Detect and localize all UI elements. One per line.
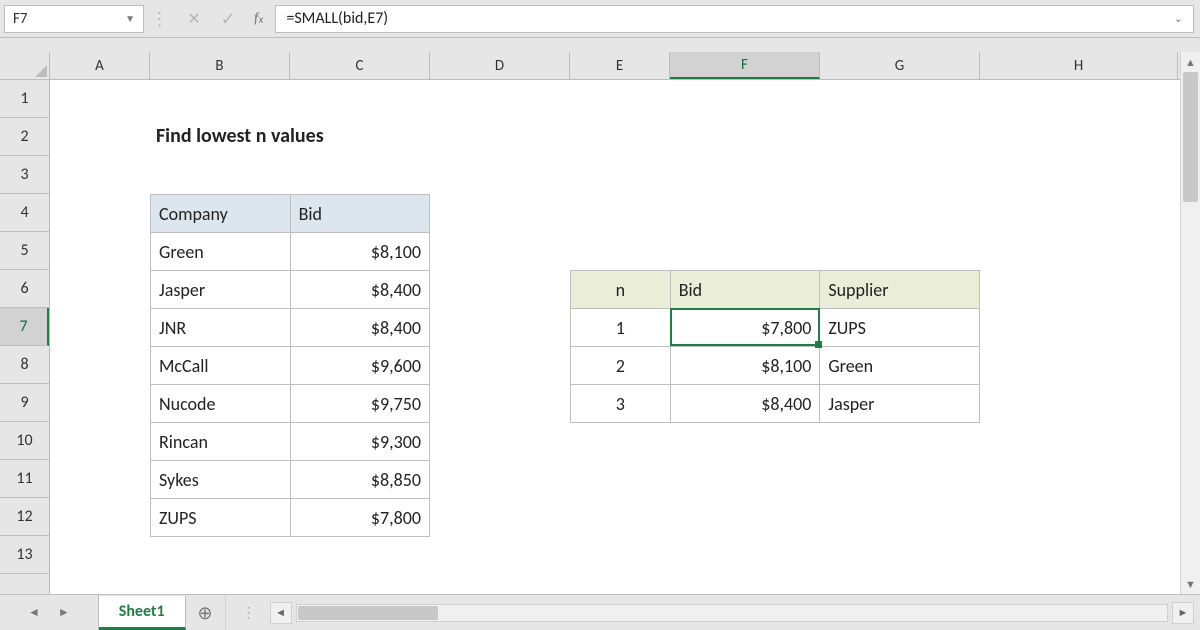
sheet-tab-active[interactable]: Sheet1 xyxy=(99,596,186,630)
add-sheet-button[interactable]: ⊕ xyxy=(186,595,226,630)
ellipsis-icon: ⋮ xyxy=(150,9,170,29)
table-row: McCall$9,600 xyxy=(151,347,430,385)
col-header-D[interactable]: D xyxy=(430,52,570,79)
formula-text: =SMALL(bid,E7) xyxy=(286,9,388,28)
select-all-corner[interactable] xyxy=(0,52,50,80)
col-header-H[interactable]: H xyxy=(980,52,1178,79)
row-header-8[interactable]: 8 xyxy=(0,346,49,384)
sheet-tabs: Sheet1 xyxy=(98,595,186,630)
scroll-up-icon[interactable]: ▲ xyxy=(1181,52,1200,72)
sheet-tab-bar: ◄ ► Sheet1 ⊕ ⋮ ◄ ► xyxy=(0,594,1200,630)
row-headers: 1 2 3 4 5 6 7 8 9 10 11 12 13 xyxy=(0,80,50,594)
hscroll-track[interactable] xyxy=(296,604,1168,622)
row-header-13[interactable]: 13 xyxy=(0,536,49,574)
tab-prev-icon[interactable]: ◄ xyxy=(28,605,40,620)
table-row: Jasper$8,400 xyxy=(151,271,430,309)
tab-nav: ◄ ► xyxy=(0,595,98,630)
row-header-5[interactable]: 5 xyxy=(0,232,49,270)
hscroll-thumb[interactable] xyxy=(298,606,438,620)
col-header-A[interactable]: A xyxy=(50,52,150,79)
col-bid[interactable]: Bid xyxy=(290,195,429,233)
cancel-formula-icon[interactable]: ✕ xyxy=(184,9,204,29)
name-box-value: F7 xyxy=(13,10,28,28)
chevron-down-icon[interactable]: ▼ xyxy=(125,12,135,25)
excel-window: F7 ▼ ⋮ ✕ ✓ fx =SMALL(bid,E7) ⌄ A B C D E… xyxy=(0,0,1200,630)
scroll-track[interactable] xyxy=(1183,72,1198,574)
row-header-3[interactable]: 3 xyxy=(0,156,49,194)
table-row: 1$7,800ZUPS xyxy=(571,309,980,347)
col-n[interactable]: n xyxy=(571,271,671,309)
table-row: Rincan$9,300 xyxy=(151,423,430,461)
accept-formula-icon[interactable]: ✓ xyxy=(218,9,238,29)
row-header-9[interactable]: 9 xyxy=(0,384,49,422)
lowest-n-table: n Bid Supplier 1$7,800ZUPS 2$8,100Green … xyxy=(570,270,980,423)
row-header-11[interactable]: 11 xyxy=(0,460,49,498)
table-row: JNR$8,400 xyxy=(151,309,430,347)
row-header-10[interactable]: 10 xyxy=(0,422,49,460)
hscroll-left-icon[interactable]: ◄ xyxy=(270,602,292,624)
spreadsheet-grid[interactable]: A B C D E F G H 1 2 3 4 5 6 7 8 9 10 11 … xyxy=(0,52,1200,594)
table-row: Green$8,100 xyxy=(151,233,430,271)
grip-icon[interactable]: ⋮ xyxy=(232,604,266,621)
col-bid2[interactable]: Bid xyxy=(670,271,820,309)
col-header-G[interactable]: G xyxy=(820,52,980,79)
scroll-down-icon[interactable]: ▼ xyxy=(1181,574,1200,594)
row-header-7[interactable]: 7 xyxy=(0,308,49,346)
vertical-scrollbar[interactable]: ▲ ▼ xyxy=(1180,52,1200,594)
horizontal-scrollbar[interactable]: ⋮ ◄ ► xyxy=(226,595,1200,630)
table-row: ZUPS$7,800 xyxy=(151,499,430,537)
formula-bar: F7 ▼ ⋮ ✕ ✓ fx =SMALL(bid,E7) ⌄ xyxy=(0,0,1200,38)
spacer xyxy=(0,38,1200,52)
expand-formula-icon[interactable]: ⌄ xyxy=(1174,12,1183,25)
formula-input[interactable]: =SMALL(bid,E7) ⌄ xyxy=(275,5,1194,33)
formula-buttons: ⋮ ✕ ✓ fx xyxy=(144,9,275,29)
col-header-F[interactable]: F xyxy=(670,52,820,79)
cells-area[interactable]: Find lowest n values Company Bid Green$8… xyxy=(50,80,1180,594)
table-row: Nucode$9,750 xyxy=(151,385,430,423)
col-header-C[interactable]: C xyxy=(290,52,430,79)
row-header-2[interactable]: 2 xyxy=(0,118,49,156)
table-row: 3$8,400Jasper xyxy=(571,385,980,423)
page-title: Find lowest n values xyxy=(156,124,324,148)
row-header-1[interactable]: 1 xyxy=(0,80,49,118)
row-header-4[interactable]: 4 xyxy=(0,194,49,232)
bids-table: Company Bid Green$8,100 Jasper$8,400 JNR… xyxy=(150,194,430,537)
col-header-B[interactable]: B xyxy=(150,52,290,79)
tab-next-icon[interactable]: ► xyxy=(58,605,70,620)
fx-label[interactable]: fx xyxy=(252,10,269,28)
table-row: 2$8,100Green xyxy=(571,347,980,385)
row-header-6[interactable]: 6 xyxy=(0,270,49,308)
col-company[interactable]: Company xyxy=(151,195,291,233)
name-box[interactable]: F7 ▼ xyxy=(4,5,144,33)
hscroll-right-icon[interactable]: ► xyxy=(1172,602,1194,624)
table-row: Sykes$8,850 xyxy=(151,461,430,499)
col-supplier[interactable]: Supplier xyxy=(820,271,980,309)
row-header-12[interactable]: 12 xyxy=(0,498,49,536)
col-header-E[interactable]: E xyxy=(570,52,670,79)
scroll-thumb[interactable] xyxy=(1183,72,1198,202)
column-headers: A B C D E F G H xyxy=(50,52,1180,80)
